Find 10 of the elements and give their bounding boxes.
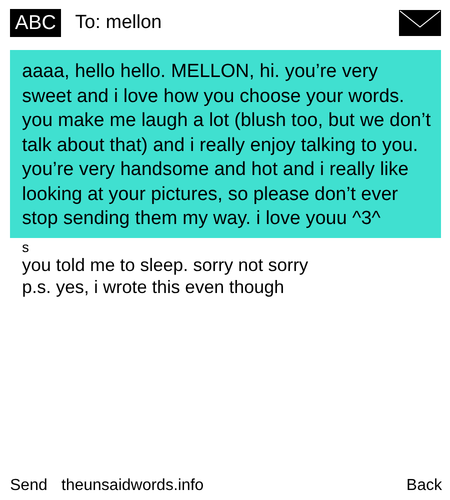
recipient-label: To: mellon — [75, 12, 163, 34]
message-body[interactable]: aaaa, hello hello. MELLON, hi. you’re very sweet and i love how you choose your words. you make me laugh a lot (blush too, but we don’t talk about that) and i really enjoy talking to you. you’re very handsome and hot and i really like looking at your pictures, so please don’t ever stop sending them my way. i love youu ^3^ — [10, 50, 441, 238]
site-label: theunsaidwords.info — [60, 477, 205, 495]
back-button[interactable]: Back — [406, 477, 442, 495]
message-text: p.s. yes, i wrote this even though — [22, 276, 286, 298]
input-mode-badge: ABC — [10, 9, 62, 37]
send-button[interactable]: Send — [10, 477, 48, 495]
message-text: s — [22, 240, 30, 254]
message-text: you told me to sleep. sorry not sorry — [22, 254, 310, 276]
envelope-icon — [399, 10, 441, 36]
